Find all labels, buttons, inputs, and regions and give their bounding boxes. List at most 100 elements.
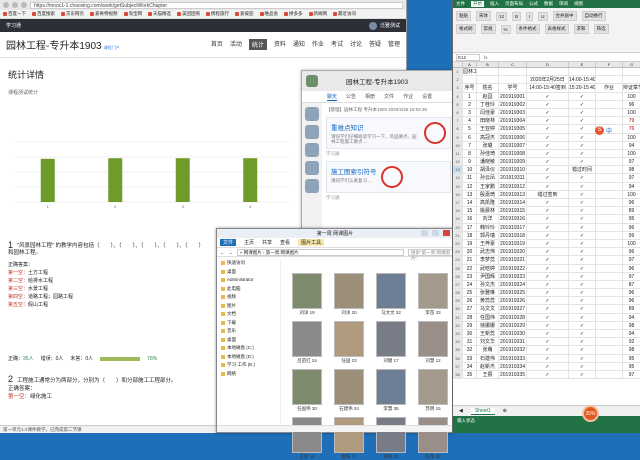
link-card[interactable]: 重难点知识 请同学们仔细阅读学习一下，巩固要点、园林工程施工要点 ... — [326, 117, 451, 149]
table-cell[interactable]: ✓ — [527, 199, 569, 207]
table-cell[interactable]: 27 — [463, 305, 477, 313]
table-cell[interactable]: 徐娜娜 — [477, 321, 499, 329]
table-cell[interactable]: 98 — [623, 346, 640, 353]
bookmark-item[interactable]: 携程旅行 — [206, 11, 229, 17]
ribbon-button[interactable]: 宋体 — [476, 11, 491, 21]
header-cell[interactable]: 作业 — [596, 84, 623, 92]
table-cell[interactable]: 201919333 — [499, 354, 527, 362]
table-cell[interactable]: 10 — [463, 166, 477, 174]
table-cell[interactable]: ✓ — [569, 362, 596, 370]
header-cell[interactable] — [569, 68, 596, 76]
course-nav-通知[interactable]: 通知 — [293, 39, 305, 50]
table-cell[interactable]: ✓ — [569, 354, 596, 362]
table-cell[interactable]: ✓ — [527, 174, 569, 182]
course-nav-首页[interactable]: 首页 — [211, 39, 223, 50]
address-bar[interactable]: https://mooc1-1.chaoxing.com/work/getSub… — [30, 1, 403, 9]
table-cell[interactable]: 201919327 — [499, 305, 527, 313]
table-cell[interactable]: ✓ — [569, 256, 596, 264]
column-header[interactable]: B — [477, 62, 499, 67]
table-cell[interactable]: ✓ — [527, 231, 569, 239]
table-cell[interactable]: 100 — [623, 191, 640, 198]
ribbon-button[interactable]: % — [500, 24, 511, 34]
ribbon-button[interactable]: 条件格式 — [515, 24, 540, 34]
table-cell[interactable]: 韩玲玲 — [477, 223, 499, 231]
link-card[interactable]: 施工图索引符号 请同学们认真复习 ... — [326, 161, 451, 193]
ribbon-button[interactable]: B — [512, 11, 522, 21]
table-cell[interactable]: ✓ — [527, 239, 569, 248]
table-cell[interactable]: 95 — [623, 355, 640, 362]
file-thumbnail[interactable]: 苏明 15 — [413, 369, 453, 412]
table-cell[interactable]: 王梓豪 — [477, 239, 499, 248]
header-cell[interactable] — [477, 76, 499, 84]
table-cell[interactable]: 郭丹瑞 — [477, 231, 499, 239]
table-cell[interactable]: 31 — [463, 338, 477, 346]
table-cell[interactable]: 201919316 — [499, 215, 527, 223]
table-cell[interactable]: ✓ — [527, 362, 569, 370]
table-cell[interactable] — [596, 215, 623, 223]
table-cell[interactable]: ✓ — [569, 182, 596, 190]
row-number[interactable]: 36 — [453, 354, 463, 362]
file-thumbnail[interactable]: 刘健 17 — [371, 321, 411, 364]
member-avatar[interactable] — [305, 107, 319, 121]
chat-tab-公告[interactable]: 公告 — [346, 93, 356, 100]
row-number[interactable]: 9 — [453, 133, 463, 141]
table-cell[interactable]: 孙云凤 — [477, 174, 499, 182]
table-cell[interactable]: 高凯隆 — [477, 199, 499, 207]
table-cell[interactable] — [596, 190, 623, 198]
table-cell[interactable]: 闫佳豪 — [477, 108, 499, 117]
table-cell[interactable]: 201919311 — [499, 174, 527, 182]
table-cell[interactable]: 刘洋 — [477, 215, 499, 223]
table-cell[interactable]: 94 — [623, 183, 640, 190]
row-number[interactable]: 5 — [453, 100, 463, 108]
ribbon-button[interactable]: 表格样式 — [544, 24, 569, 34]
bar-2[interactable] — [108, 158, 123, 202]
table-cell[interactable]: 201919315 — [499, 207, 527, 215]
header-cell[interactable]: 辩证章节测试成绩 — [623, 84, 640, 91]
table-cell[interactable]: 201919306 — [499, 133, 527, 141]
table-cell[interactable]: ✓ — [527, 370, 569, 379]
table-cell[interactable]: 王亚婷 — [477, 125, 499, 133]
row-number[interactable]: 17 — [453, 199, 463, 207]
table-cell[interactable]: ✓ — [527, 207, 569, 215]
table-cell[interactable]: 错过时间 — [569, 166, 596, 174]
table-cell[interactable] — [596, 370, 623, 379]
table-cell[interactable]: ✓ — [569, 223, 596, 231]
table-cell[interactable] — [596, 362, 623, 370]
table-cell[interactable]: 201919310 — [499, 166, 527, 174]
back-icon[interactable] — [3, 2, 9, 8]
table-cell[interactable]: 3 — [463, 108, 477, 117]
file-thumbnail[interactable]: 李慧 38 — [371, 369, 411, 412]
minimize-icon[interactable] — [421, 230, 428, 236]
table-cell[interactable]: 97 — [623, 371, 640, 378]
ribbon-tab-公式[interactable]: 公式 — [529, 1, 538, 7]
table-cell[interactable]: ✓ — [527, 297, 569, 305]
table-cell[interactable]: 201919317 — [499, 223, 527, 231]
table-cell[interactable]: 201919305 — [499, 125, 527, 133]
table-cell[interactable]: 32 — [463, 346, 477, 354]
table-cell[interactable]: ✓ — [527, 346, 569, 354]
table-cell[interactable]: ✓ — [527, 289, 569, 297]
table-cell[interactable]: 王新蕊 — [477, 330, 499, 338]
table-cell[interactable]: 武晗婷 — [477, 264, 499, 272]
row-number[interactable]: 6 — [453, 108, 463, 117]
row-number[interactable]: 26 — [453, 272, 463, 280]
file-thumbnail[interactable]: 石建伟 24 — [329, 369, 369, 412]
table-cell[interactable]: 98 — [623, 166, 640, 173]
table-cell[interactable]: 尹国辉 — [477, 272, 499, 280]
table-cell[interactable]: ✓ — [569, 297, 596, 305]
table-cell[interactable]: 96 — [623, 265, 640, 272]
table-cell[interactable]: 97 — [623, 174, 640, 181]
table-cell[interactable] — [596, 321, 623, 329]
table-cell[interactable]: 35 — [463, 370, 477, 379]
table-cell[interactable]: ✓ — [527, 215, 569, 223]
table-cell[interactable]: ✓ — [527, 92, 569, 100]
ribbon-tab-页面布局[interactable]: 页面布局 — [505, 1, 523, 7]
table-cell[interactable]: 黄蕊蕊 — [477, 297, 499, 305]
ribbon-tab-picture-tools[interactable]: 图片工具 — [298, 239, 325, 246]
table-cell[interactable]: 98 — [623, 322, 640, 329]
table-cell[interactable]: 30 — [463, 330, 477, 338]
table-cell[interactable]: 17 — [463, 223, 477, 231]
header-cell[interactable] — [623, 68, 640, 75]
table-cell[interactable]: 11 — [463, 174, 477, 182]
table-cell[interactable]: 201919309 — [499, 158, 527, 166]
